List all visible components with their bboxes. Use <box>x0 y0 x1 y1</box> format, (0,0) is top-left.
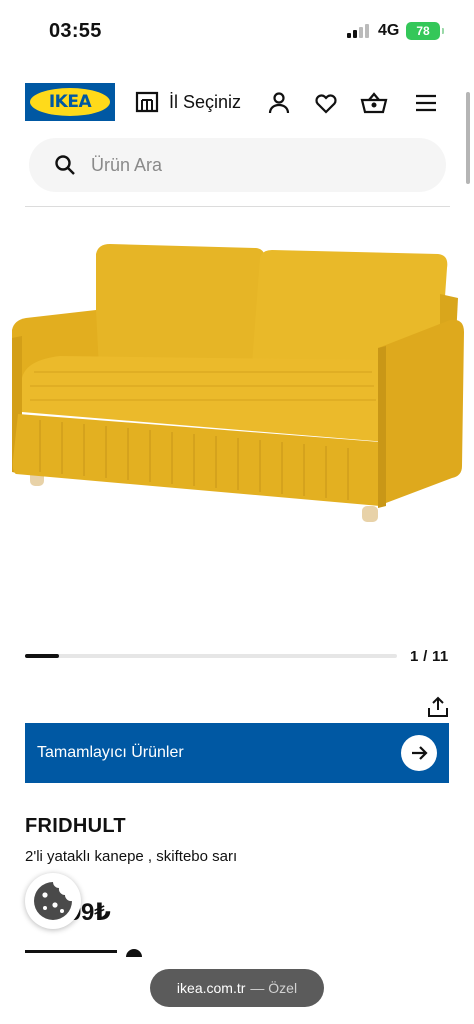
share-icon[interactable] <box>426 695 450 719</box>
gallery-progress <box>25 654 397 658</box>
search-input[interactable] <box>91 138 421 192</box>
store-icon <box>135 91 159 113</box>
network-type: 4G <box>378 22 400 39</box>
browser-address-pill[interactable]: ikea.com.tr — Özel <box>150 969 324 1007</box>
site-header: IKEA İl Seçiniz <box>0 78 474 126</box>
signal-icon <box>347 24 371 38</box>
cookie-icon <box>34 882 72 920</box>
gallery-progress-fill <box>25 654 59 658</box>
basket-icon[interactable] <box>360 90 388 116</box>
store-label: İl Seçiniz <box>169 91 242 112</box>
status-time: 03:55 <box>49 20 102 42</box>
arrow-right-icon <box>412 746 428 760</box>
arrow-right-button[interactable] <box>401 735 437 771</box>
section-divider <box>25 950 117 953</box>
user-icon[interactable] <box>266 90 292 116</box>
partial-element <box>126 949 142 957</box>
complementary-products-button[interactable]: Tamamlayıcı Ürünler <box>25 723 449 783</box>
browser-url: ikea.com.tr <box>176 980 246 996</box>
ikea-logo[interactable]: IKEA <box>25 83 115 121</box>
complementary-label: Tamamlayıcı Ürünler <box>37 744 184 761</box>
search-icon <box>55 155 75 175</box>
product-name: FRIDHULT <box>25 815 126 837</box>
gallery-counter: 1 / 11 <box>410 648 449 665</box>
product-image[interactable] <box>0 228 474 538</box>
product-description: 2'li yataklı kanepe , skiftebo sarı <box>25 848 238 865</box>
header-divider <box>25 206 450 207</box>
battery-level: 78 <box>416 24 430 38</box>
status-bar: 03:55 4G 78 <box>0 0 474 62</box>
browser-mode: — Özel <box>250 980 298 996</box>
battery-icon: 78 <box>406 22 444 40</box>
heart-icon[interactable] <box>313 90 339 116</box>
menu-icon[interactable] <box>414 90 438 116</box>
cookie-settings-button[interactable] <box>25 873 81 929</box>
logo-text: IKEA <box>30 88 110 116</box>
search-bar[interactable] <box>29 138 446 192</box>
scrollbar[interactable] <box>466 92 470 184</box>
store-selector-button[interactable]: İl Seçiniz <box>134 89 241 115</box>
